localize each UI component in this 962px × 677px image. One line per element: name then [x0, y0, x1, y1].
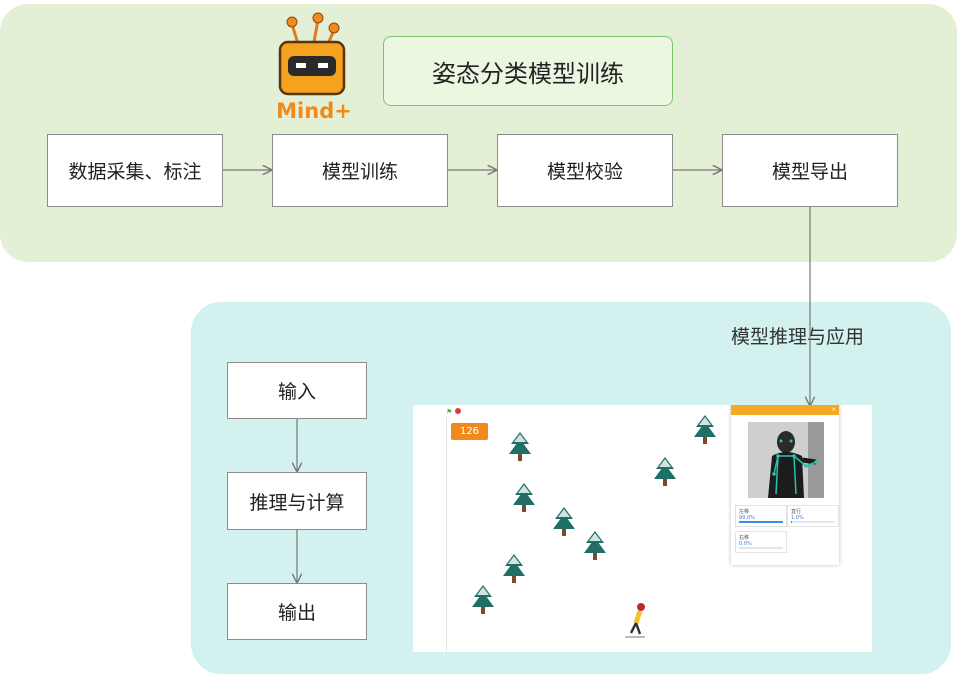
tree-icon — [472, 585, 494, 614]
result-label: 右移 — [739, 535, 750, 541]
skier-sprite — [625, 603, 645, 638]
pose-classification-panel: ✕ 左移 99.0% 直行 1.0% 右移 0.0% — [731, 405, 839, 565]
result-bar — [739, 547, 783, 549]
result-label: 左移 — [739, 509, 750, 515]
score-display: 126 — [451, 423, 488, 440]
result-label: 直行 — [791, 509, 802, 515]
camera-preview — [748, 422, 824, 498]
app-screenshot: ⚑ 126 ✕ 左移 99.0% 直行 1.0% 右移 0.0% — [413, 405, 872, 652]
result-card-right: 右移 0.0% — [735, 531, 787, 553]
tree-icon — [553, 507, 575, 536]
tree-icon — [694, 415, 716, 444]
tree-icon — [584, 531, 606, 560]
result-bar — [739, 521, 783, 523]
panel-header: ✕ — [731, 405, 839, 415]
result-card-straight: 直行 1.0% — [787, 505, 839, 527]
close-icon[interactable]: ✕ — [832, 405, 836, 415]
tree-icon — [503, 554, 525, 583]
tree-icon — [654, 457, 676, 486]
tree-icon — [509, 432, 531, 461]
tree-icon — [513, 483, 535, 512]
result-bar — [791, 521, 835, 523]
stop-icon[interactable] — [455, 408, 461, 414]
green-flag-icon[interactable]: ⚑ — [446, 408, 452, 416]
result-card-left: 左移 99.0% — [735, 505, 787, 527]
result-bar-fill — [739, 521, 783, 523]
